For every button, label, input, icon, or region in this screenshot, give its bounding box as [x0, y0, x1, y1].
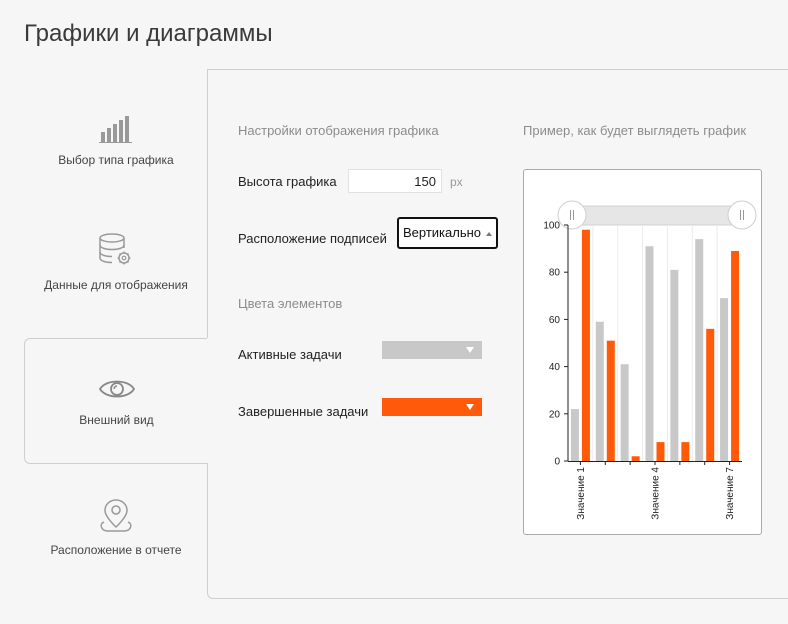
- x-tick-label: Значение 4: [651, 467, 662, 520]
- y-tick-label: 60: [549, 315, 561, 326]
- nav-item-label: Выбор типа графика: [58, 153, 174, 167]
- bar: [595, 321, 604, 461]
- bar: [731, 250, 740, 461]
- y-tick-label: 0: [554, 457, 560, 468]
- labels-position-label: Расположение подписей: [238, 231, 387, 246]
- colors-title: Цвета элементов: [238, 296, 343, 311]
- bar-chart-icon: [99, 116, 132, 143]
- display-settings-title: Настройки отображения графика: [238, 123, 439, 138]
- page-title: Графики и диаграммы: [24, 20, 273, 47]
- bar: [681, 442, 690, 461]
- x-tick-label: Значение 7: [725, 467, 736, 520]
- bar: [620, 364, 629, 461]
- nav-item-appearance[interactable]: Внешний вид: [24, 338, 208, 464]
- bar: [670, 269, 679, 461]
- height-unit: px: [450, 175, 463, 189]
- nav-item-placement[interactable]: Расположение в отчете: [24, 464, 208, 590]
- bar: [720, 298, 729, 461]
- y-tick-label: 20: [549, 409, 561, 420]
- bar: [606, 340, 615, 461]
- range-slider-right-handle[interactable]: [727, 200, 757, 230]
- bar: [581, 229, 590, 461]
- preview-title: Пример, как будет выглядеть график: [523, 123, 747, 138]
- height-input[interactable]: [348, 169, 442, 193]
- active-tasks-label: Активные задачи: [238, 347, 342, 362]
- bar: [631, 456, 640, 461]
- nav-item-chart-type[interactable]: Выбор типа графика: [24, 70, 208, 196]
- chevron-down-icon: [466, 347, 474, 353]
- x-tick-label: Значение 1: [576, 467, 587, 520]
- active-tab-connector: [207, 338, 209, 463]
- preview-chart: 0 20 40 60 80 100 Значение 1 Значение 4 Значение…: [543, 200, 757, 520]
- bar: [656, 442, 665, 461]
- nav-item-label: Данные для отображения: [44, 278, 188, 292]
- y-tick-label: 100: [543, 221, 560, 232]
- nav-item-label: Внешний вид: [79, 413, 154, 427]
- location-pin-icon: [100, 499, 132, 532]
- bar: [570, 409, 579, 461]
- labels-position-value: Вертикально: [403, 225, 482, 240]
- done-tasks-color-picker[interactable]: [382, 398, 482, 416]
- range-slider-left-handle[interactable]: [557, 200, 587, 230]
- labels-position-select[interactable]: Вертикально: [397, 217, 498, 249]
- y-tick-label: 40: [549, 362, 561, 373]
- active-tasks-color-picker[interactable]: [382, 341, 482, 359]
- database-gear-icon: [99, 233, 131, 265]
- eye-icon: [98, 380, 135, 398]
- done-tasks-label: Завершенные задачи: [238, 404, 369, 419]
- nav-item-data[interactable]: Данные для отображения: [24, 196, 208, 322]
- height-label: Высота графика: [238, 174, 337, 189]
- bar: [645, 246, 654, 461]
- bar: [695, 239, 704, 461]
- nav-item-label: Расположение в отчете: [50, 543, 182, 557]
- y-tick-label: 80: [549, 268, 561, 279]
- range-slider-track: [571, 205, 745, 226]
- chart-preview: 0 20 40 60 80 100 Значение 1 Значение 4 Значение…: [523, 169, 762, 535]
- chevron-down-icon: [466, 404, 474, 410]
- caret-up-icon: [486, 232, 492, 236]
- bar: [706, 328, 715, 461]
